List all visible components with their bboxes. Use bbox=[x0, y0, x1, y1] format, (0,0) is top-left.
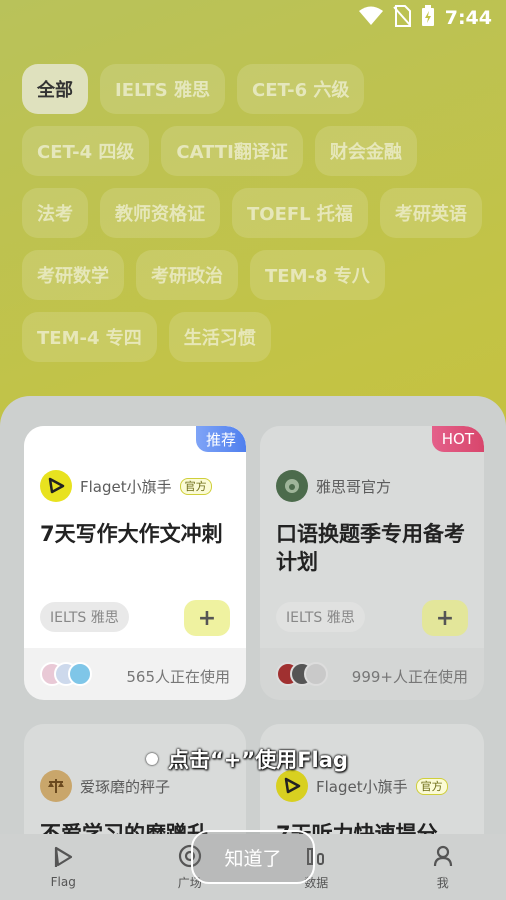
status-bar: 7:44 bbox=[0, 0, 506, 36]
category-chip-toefl[interactable]: TOEFL 托福 bbox=[232, 188, 368, 238]
category-chip-kaoyan-math[interactable]: 考研数学 bbox=[22, 250, 124, 300]
avatar bbox=[68, 662, 92, 686]
category-chip-teacher[interactable]: 教师资格证 bbox=[100, 188, 220, 238]
category-chip-habits[interactable]: 生活习惯 bbox=[168, 312, 271, 362]
official-badge: 官方 bbox=[415, 777, 448, 795]
plan-title: 7天写作大作文冲刺 bbox=[40, 522, 223, 546]
category-chip-finance[interactable]: 财会金融 bbox=[314, 126, 417, 176]
category-filter: 全部 IELTS 雅思 CET-6 六级 CET-4 四级 CATTI翻译证 财… bbox=[22, 64, 486, 362]
lion-avatar-icon bbox=[276, 470, 308, 502]
category-chip-tem8[interactable]: TEM-8 专八 bbox=[250, 250, 385, 300]
author-name: Flaget小旗手 bbox=[316, 777, 408, 796]
nav-label: Flag bbox=[50, 875, 76, 889]
no-sim-icon bbox=[392, 5, 411, 31]
author-name: 爱琢磨的秤子 bbox=[80, 777, 171, 796]
hint-text: 点击“+”使用Flag bbox=[168, 748, 348, 772]
official-badge: 官方 bbox=[179, 477, 212, 495]
plan-author: 雅思哥官方 bbox=[276, 470, 391, 502]
battery-charging-icon bbox=[421, 5, 435, 31]
flag-icon bbox=[51, 845, 75, 873]
nav-item-flag[interactable]: Flag bbox=[33, 845, 93, 889]
recommend-badge: 推荐 bbox=[195, 426, 246, 452]
plan-category-tag: IELTS 雅思 bbox=[40, 602, 129, 632]
user-avatars bbox=[276, 662, 328, 686]
plan-author: Flaget小旗手 官方 bbox=[40, 470, 212, 502]
nav-label: 我 bbox=[436, 875, 449, 890]
author-name: 雅思哥官方 bbox=[316, 477, 392, 496]
hot-badge: HOT bbox=[431, 426, 484, 452]
category-chip-cet4[interactable]: CET-4 四级 bbox=[22, 126, 150, 176]
category-chip-law[interactable]: 法考 bbox=[22, 188, 88, 238]
nav-item-profile[interactable]: 我 bbox=[413, 844, 473, 891]
profile-icon bbox=[431, 844, 455, 872]
user-avatars bbox=[40, 662, 92, 686]
category-chip-ielts[interactable]: IELTS 雅思 bbox=[100, 64, 225, 114]
category-chip-cet6[interactable]: CET-6 六级 bbox=[237, 64, 365, 114]
clock: 7:44 bbox=[444, 7, 492, 29]
category-chip-catti[interactable]: CATTI翻译证 bbox=[161, 126, 303, 176]
wifi-icon bbox=[358, 6, 383, 30]
category-chip-all[interactable]: 全部 bbox=[22, 64, 88, 114]
avatar bbox=[304, 662, 328, 686]
plan-title: 口语换题季专用备考计划 bbox=[276, 522, 465, 574]
plan-card[interactable]: 推荐 Flaget小旗手 官方 7天写作大作文冲刺 IELTS 雅思 + 565… bbox=[24, 426, 246, 700]
got-it-button[interactable]: 知道了 bbox=[191, 830, 315, 884]
plan-author: 爱琢磨的秤子 bbox=[40, 770, 170, 802]
plan-category-tag: IELTS 雅思 bbox=[276, 602, 365, 632]
flaget-logo-icon bbox=[276, 770, 308, 802]
author-name: Flaget小旗手 bbox=[80, 477, 172, 496]
scale-avatar-icon bbox=[40, 770, 72, 802]
plan-card[interactable]: HOT 雅思哥官方 口语换题季专用备考计划 IELTS 雅思 + 999+人正在… bbox=[260, 426, 484, 700]
usage-hint: 点击“+”使用Flag bbox=[146, 744, 348, 774]
category-chip-kaoyan-politics[interactable]: 考研政治 bbox=[136, 250, 238, 300]
plan-author: Flaget小旗手 官方 bbox=[276, 770, 448, 802]
category-chip-tem4[interactable]: TEM-4 专四 bbox=[22, 312, 157, 362]
usage-count: 565人正在使用 bbox=[126, 668, 230, 686]
hint-dot-icon bbox=[146, 753, 158, 765]
add-plan-button[interactable]: + bbox=[422, 600, 468, 636]
flaget-logo-icon bbox=[40, 470, 72, 502]
add-plan-button[interactable]: + bbox=[184, 600, 230, 636]
usage-count: 999+人正在使用 bbox=[351, 668, 468, 686]
category-chip-kaoyan-english[interactable]: 考研英语 bbox=[379, 188, 482, 238]
